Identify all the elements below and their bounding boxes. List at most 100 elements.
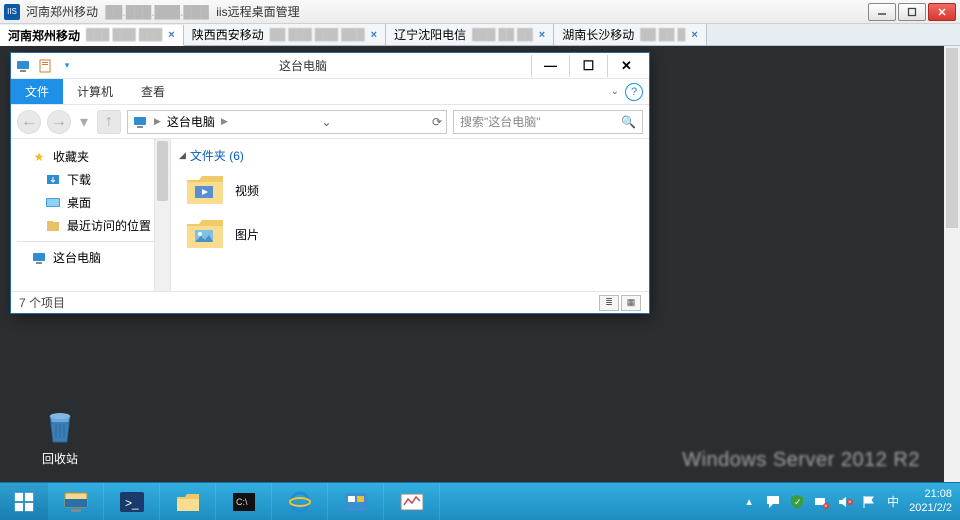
explorer-maximize-button[interactable]: ☐ <box>569 55 607 77</box>
os-watermark: Windows Server 2012 R2 <box>682 449 920 472</box>
recycle-bin[interactable]: 回收站 <box>30 406 90 467</box>
svg-text:×: × <box>848 500 852 506</box>
navpane-scrollbar[interactable] <box>154 139 170 291</box>
svg-text:C:\: C:\ <box>236 497 248 507</box>
this-pc-icon <box>31 250 47 266</box>
breadcrumb-root[interactable]: 这台电脑 <box>167 113 215 130</box>
ime-icon[interactable]: 中 <box>885 494 901 510</box>
search-box[interactable]: 搜索"这台电脑" 🔍 <box>453 110 643 134</box>
location-icon <box>132 114 148 130</box>
folder-label: 图片 <box>235 226 259 243</box>
taskbar-explorer[interactable] <box>160 483 216 520</box>
taskbar-cmd[interactable]: C:\ <box>216 483 272 520</box>
session-tab[interactable]: 陕西西安移动 ██ ███ ███ ███ × <box>184 24 386 45</box>
explorer-minimize-button[interactable]: — <box>531 55 569 77</box>
properties-icon[interactable] <box>37 58 53 74</box>
app-icon: IIS <box>4 4 20 20</box>
action-center-icon[interactable] <box>765 494 781 510</box>
start-button[interactable] <box>0 483 48 520</box>
breadcrumb-sep-icon[interactable]: ▶ <box>221 116 228 127</box>
ribbon-tab-view[interactable]: 查看 <box>127 79 179 104</box>
tab-ip: ███ ███ ███ <box>86 29 162 41</box>
nav-this-pc[interactable]: 这台电脑 <box>11 246 170 269</box>
explorer-close-button[interactable]: ✕ <box>607 55 645 77</box>
nav-label: 最近访问的位置 <box>67 217 151 234</box>
folder-icon <box>185 172 225 208</box>
close-button[interactable] <box>928 3 956 21</box>
view-icons-button[interactable]: ▦ <box>621 295 641 311</box>
refresh-icon[interactable]: ⟳ <box>432 115 442 129</box>
nav-label: 这台电脑 <box>53 249 101 266</box>
app-titlebar: IIS 河南郑州移动 ██.███.███.███ iis远程桌面管理 <box>0 0 960 24</box>
search-placeholder: 搜索"这台电脑" <box>460 113 541 130</box>
title-ip: ██.███.███.███ <box>105 5 209 19</box>
network-icon[interactable]: × <box>813 494 829 510</box>
breadcrumb-sep-icon[interactable]: ▶ <box>154 116 161 127</box>
qat-dropdown-icon[interactable]: ▾ <box>59 58 75 74</box>
ribbon-tab-computer[interactable]: 计算机 <box>63 79 127 104</box>
view-details-button[interactable]: ≣ <box>599 295 619 311</box>
star-icon: ★ <box>31 149 47 165</box>
windows-logo-icon <box>13 491 35 513</box>
explorer-window: ▾ 这台电脑 — ☐ ✕ 文件 计算机 查看 ⌄ ? ← → ▾ ↑ <box>10 52 650 314</box>
nav-downloads[interactable]: 下载 <box>11 168 170 191</box>
recycle-bin-label: 回收站 <box>30 450 90 467</box>
shield-icon[interactable]: ✓ <box>789 494 805 510</box>
maximize-button[interactable] <box>898 3 926 21</box>
folder-icon <box>185 216 225 252</box>
folder-item-pictures[interactable]: 图片 <box>179 212 649 256</box>
help-icon[interactable]: ? <box>625 83 643 101</box>
nav-recent[interactable]: 最近访问的位置 <box>11 214 170 237</box>
collapse-icon[interactable]: ◢ <box>179 150 186 161</box>
taskbar-server-manager[interactable] <box>48 483 104 520</box>
viewport-scrollbar[interactable] <box>944 46 960 482</box>
tab-close-icon[interactable]: × <box>168 29 174 41</box>
tab-ip: ███ ██ ██ <box>472 29 533 41</box>
taskbar-app[interactable] <box>384 483 440 520</box>
this-pc-icon <box>15 58 31 74</box>
nav-back-button[interactable]: ← <box>17 110 41 134</box>
nav-forward-button[interactable]: → <box>47 110 71 134</box>
content-pane[interactable]: ◢ 文件夹 (6) 视频 图片 <box>171 139 649 291</box>
group-header-label: 文件夹 (6) <box>190 147 244 164</box>
folder-item-videos[interactable]: 视频 <box>179 168 649 212</box>
ribbon-expand-icon[interactable]: ⌄ <box>611 86 619 97</box>
tab-close-icon[interactable]: × <box>371 29 377 41</box>
address-dropdown-icon[interactable]: ⌄ <box>322 115 339 129</box>
minimize-button[interactable] <box>868 3 896 21</box>
app-window-controls <box>868 3 956 21</box>
taskbar-iis-app[interactable] <box>328 483 384 520</box>
tray-up-icon[interactable]: ▴ <box>741 494 757 510</box>
nav-label: 下载 <box>67 171 91 188</box>
tab-close-icon[interactable]: × <box>691 29 697 41</box>
tab-ip: ██ ███ ███ ███ <box>270 29 365 41</box>
recycle-bin-icon <box>40 406 80 446</box>
session-tab[interactable]: 河南郑州移动 ███ ███ ███ × <box>0 25 184 46</box>
session-tab[interactable]: 辽宁沈阳电信 ███ ██ ██ × <box>386 24 554 45</box>
folder-label: 视频 <box>235 182 259 199</box>
taskbar-clock[interactable]: 21:08 2021/2/2 <box>909 488 952 514</box>
nav-history-dropdown[interactable]: ▾ <box>77 110 91 134</box>
search-icon[interactable]: 🔍 <box>621 115 636 129</box>
tab-label: 河南郑州移动 <box>8 27 80 44</box>
taskbar-powershell[interactable]: >_ <box>104 483 160 520</box>
explorer-titlebar[interactable]: ▾ 这台电脑 — ☐ ✕ <box>11 53 649 79</box>
volume-icon[interactable]: × <box>837 494 853 510</box>
session-tab[interactable]: 湖南长沙移动 ██ ██ █ × <box>554 24 707 45</box>
svg-text:×: × <box>824 504 828 510</box>
nav-label: 桌面 <box>67 194 91 211</box>
taskbar-ie[interactable] <box>272 483 328 520</box>
system-tray: ▴ ✓ × × 中 21:08 2021/2/2 <box>733 483 960 520</box>
recent-icon <box>45 218 61 234</box>
navigation-pane: ★ 收藏夹 下载 桌面 最近访问的位置 这台电脑 <box>11 139 171 291</box>
nav-up-button[interactable]: ↑ <box>97 110 121 134</box>
remote-desktop-viewport: 回收站 Windows Server 2012 R2 ▾ 这台电脑 — ☐ ✕ … <box>0 46 960 520</box>
nav-favorites[interactable]: ★ 收藏夹 <box>11 145 170 168</box>
ribbon-tab-file[interactable]: 文件 <box>11 79 63 104</box>
tab-ip: ██ ██ █ <box>640 29 685 41</box>
group-header-folders[interactable]: ◢ 文件夹 (6) <box>179 143 649 168</box>
nav-desktop[interactable]: 桌面 <box>11 191 170 214</box>
tab-close-icon[interactable]: × <box>539 29 545 41</box>
flag-icon[interactable] <box>861 494 877 510</box>
address-box[interactable]: ▶ 这台电脑 ▶ ⌄ ⟳ <box>127 110 447 134</box>
